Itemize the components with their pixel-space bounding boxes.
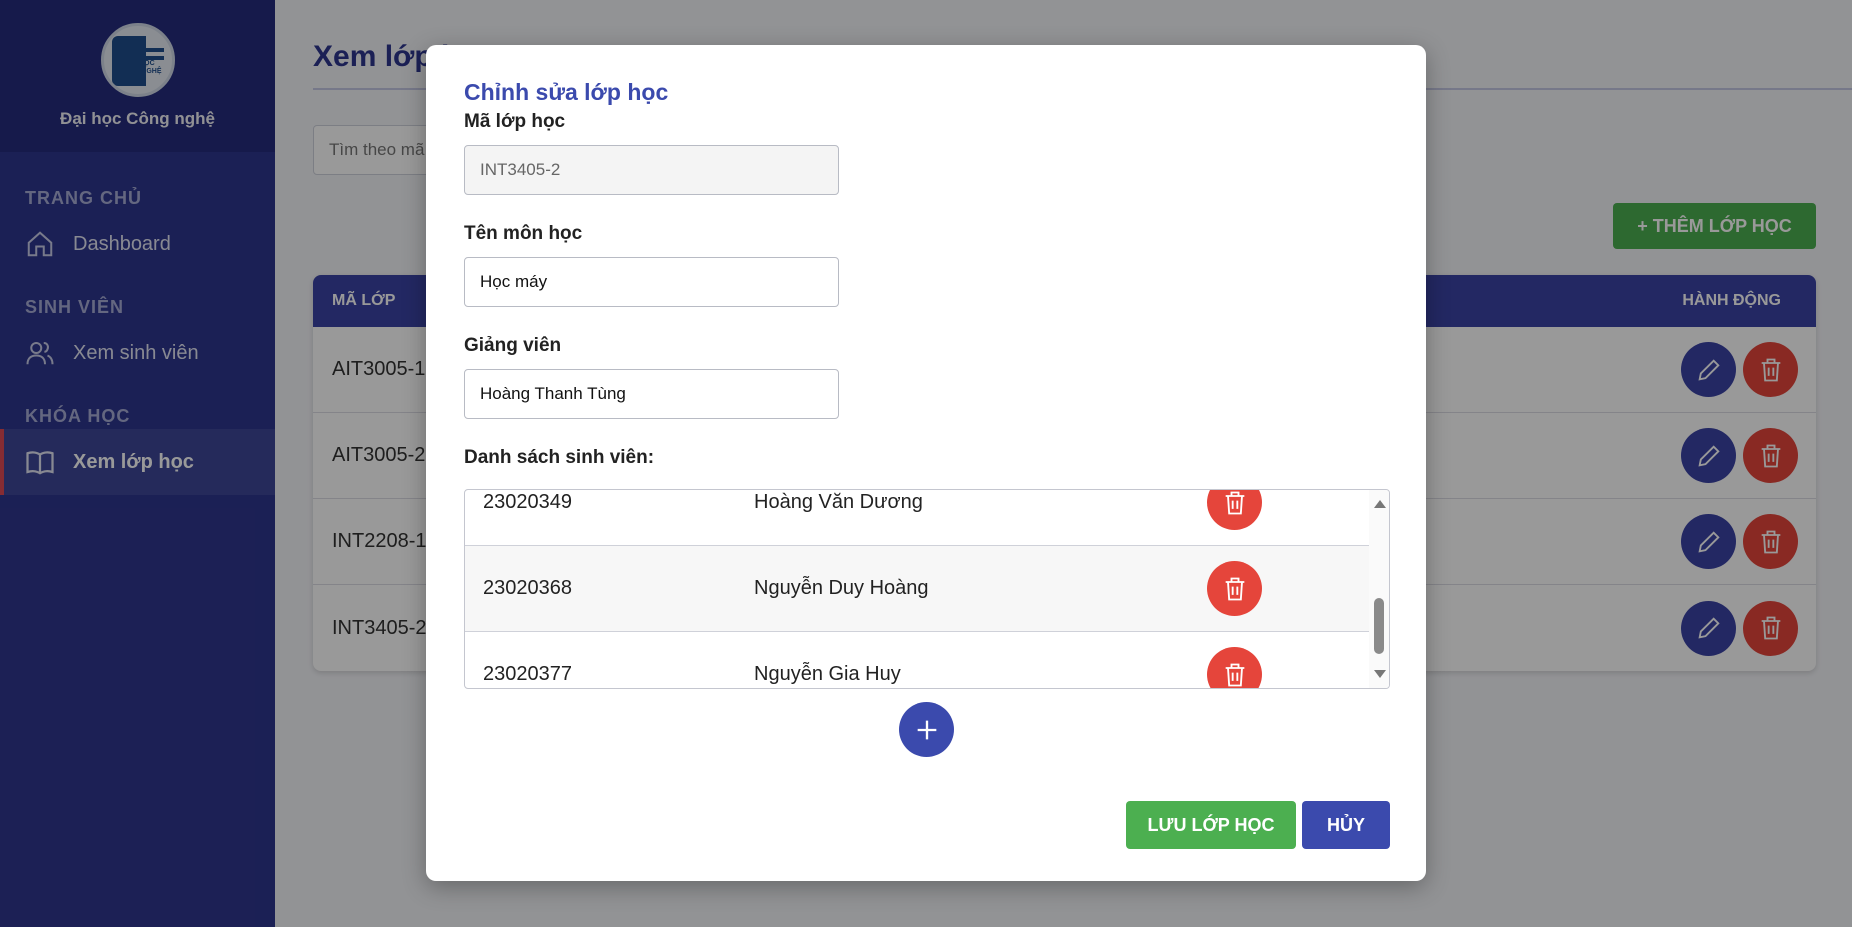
subject-field[interactable]: Học máy <box>464 257 839 307</box>
edit-class-modal: Chỉnh sửa lớp học Mã lớp học INT3405-2 T… <box>426 45 1426 881</box>
list-item: 23020377 Nguyễn Gia Huy <box>465 632 1369 688</box>
list-scrollbar[interactable] <box>1369 490 1389 688</box>
teacher-field[interactable]: Hoàng Thanh Tùng <box>464 369 839 419</box>
save-class-button[interactable]: LƯU LỚP HỌC <box>1126 801 1296 849</box>
scroll-up-arrow-icon[interactable] <box>1374 500 1386 508</box>
student-list: 23020349 Hoàng Văn Dương 23020368 Nguyễn… <box>464 489 1390 689</box>
student-id: 23020368 <box>483 577 572 599</box>
student-id: 23020377 <box>483 663 572 685</box>
remove-student-button[interactable] <box>1207 490 1262 530</box>
list-item: 23020349 Hoàng Văn Dương <box>465 490 1369 546</box>
student-id: 23020349 <box>483 491 572 513</box>
class-code-label: Mã lớp học <box>464 111 566 132</box>
modal-title: Chỉnh sửa lớp học <box>464 79 669 105</box>
trash-icon <box>1225 491 1244 514</box>
list-item: 23020368 Nguyễn Duy Hoàng <box>465 546 1369 632</box>
plus-icon <box>917 720 936 739</box>
students-label: Danh sách sinh viên: <box>464 447 655 468</box>
scrollbar-thumb[interactable] <box>1374 598 1384 654</box>
scroll-down-arrow-icon[interactable] <box>1374 670 1386 678</box>
class-code-field: INT3405-2 <box>464 145 839 195</box>
add-student-button[interactable] <box>899 702 954 757</box>
student-name: Nguyễn Duy Hoàng <box>754 577 929 599</box>
cancel-button[interactable]: HỦY <box>1302 801 1390 849</box>
trash-icon <box>1225 577 1244 600</box>
student-name: Nguyễn Gia Huy <box>754 663 901 685</box>
student-name: Hoàng Văn Dương <box>754 491 923 513</box>
remove-student-button[interactable] <box>1207 561 1262 616</box>
trash-icon <box>1225 663 1244 686</box>
subject-label: Tên môn học <box>464 223 583 244</box>
teacher-label: Giảng viên <box>464 335 562 356</box>
remove-student-button[interactable] <box>1207 647 1262 688</box>
